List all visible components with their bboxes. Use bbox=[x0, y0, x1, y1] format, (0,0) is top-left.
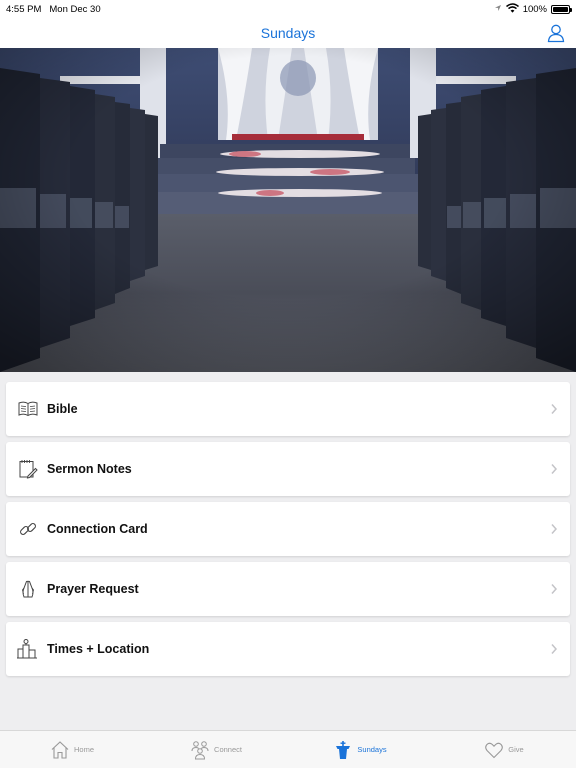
menu-item-sermon-notes[interactable]: Sermon Notes bbox=[6, 442, 570, 496]
menu-item-bible[interactable]: Bible bbox=[6, 382, 570, 436]
chevron-right-icon bbox=[551, 644, 558, 654]
tab-sundays[interactable]: Sundays bbox=[288, 731, 432, 768]
chevron-right-icon bbox=[551, 584, 558, 594]
location-icon bbox=[494, 4, 502, 15]
pulpit-icon bbox=[333, 740, 353, 760]
profile-button[interactable] bbox=[546, 23, 566, 43]
menu-item-times-location[interactable]: Times + Location bbox=[6, 622, 570, 676]
tab-label: Connect bbox=[214, 745, 242, 754]
wifi-icon bbox=[505, 2, 519, 16]
people-icon bbox=[190, 740, 210, 760]
house-icon bbox=[50, 740, 70, 760]
menu-item-prayer-request[interactable]: Prayer Request bbox=[6, 562, 570, 616]
status-right: 100% bbox=[494, 2, 572, 16]
menu-item-label: Sermon Notes bbox=[47, 462, 132, 476]
tab-home[interactable]: Home bbox=[0, 731, 144, 768]
battery-percent: 100% bbox=[522, 3, 547, 15]
link-icon bbox=[17, 518, 39, 540]
tab-label: Sundays bbox=[357, 745, 387, 754]
open-book-icon bbox=[17, 398, 39, 420]
sundays-menu: Bible Sermon Notes Connection Card Praye… bbox=[6, 382, 570, 682]
menu-item-label: Times + Location bbox=[47, 642, 150, 656]
chevron-right-icon bbox=[551, 464, 558, 474]
tab-label: Home bbox=[73, 745, 94, 754]
menu-item-connection-card[interactable]: Connection Card bbox=[6, 502, 570, 556]
tab-connect[interactable]: Connect bbox=[144, 731, 288, 768]
tab-bar: Home Connect Sundays Give bbox=[0, 730, 576, 768]
status-bar: 4:55 PM Mon Dec 30 100% bbox=[0, 0, 576, 18]
notepad-pencil-icon bbox=[17, 458, 39, 480]
status-time: 4:55 PM bbox=[6, 3, 42, 15]
battery-icon bbox=[551, 4, 572, 14]
tab-label: Give bbox=[508, 745, 524, 754]
tab-give[interactable]: Give bbox=[432, 731, 576, 768]
menu-item-label: Bible bbox=[47, 402, 78, 416]
page-title: Sundays bbox=[260, 25, 316, 41]
heart-icon bbox=[484, 740, 504, 760]
menu-item-label: Prayer Request bbox=[47, 582, 139, 596]
building-location-icon bbox=[17, 638, 39, 660]
nav-bar: Sundays bbox=[0, 18, 576, 48]
church-interior-photo bbox=[0, 48, 576, 372]
chevron-right-icon bbox=[551, 404, 558, 414]
praying-hands-icon bbox=[17, 578, 39, 600]
menu-item-label: Connection Card bbox=[47, 522, 148, 536]
status-date: Mon Dec 30 bbox=[49, 3, 101, 15]
chevron-right-icon bbox=[551, 524, 558, 534]
person-icon bbox=[547, 24, 565, 43]
